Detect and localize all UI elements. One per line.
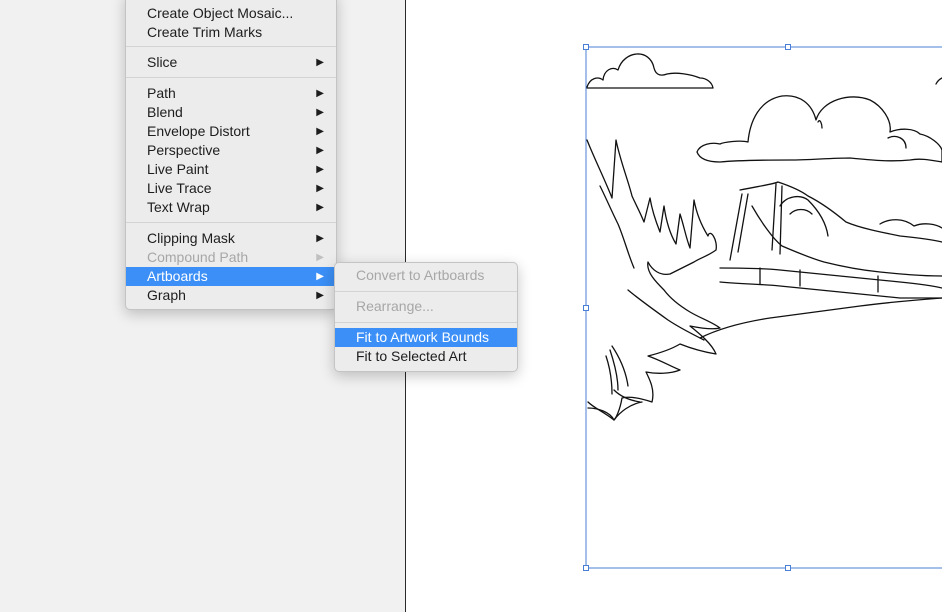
cloud-small bbox=[586, 53, 714, 89]
menu-item-envelope-distort[interactable]: Envelope Distort ▶ bbox=[126, 122, 336, 141]
menu-item-label: Envelope Distort bbox=[147, 123, 250, 139]
triangle-right-icon: ▶ bbox=[316, 88, 324, 99]
menu-item-create-object-mosaic[interactable]: Create Object Mosaic... bbox=[126, 4, 336, 23]
menu-item-live-paint[interactable]: Live Paint ▶ bbox=[126, 160, 336, 179]
menu-separator bbox=[335, 291, 517, 292]
triangle-right-icon: ▶ bbox=[316, 202, 324, 213]
menu-separator bbox=[126, 222, 336, 223]
artboards-submenu: Convert to Artboards Rearrange... Fit to… bbox=[334, 262, 518, 372]
ground-line bbox=[699, 297, 942, 339]
menu-item-graph[interactable]: Graph ▶ bbox=[126, 286, 336, 305]
menu-item-label: Fit to Artwork Bounds bbox=[356, 329, 490, 345]
object-menu: Create Object Mosaic... Create Trim Mark… bbox=[125, 0, 337, 310]
menu-item-rearrange: Rearrange... bbox=[335, 297, 517, 316]
triangle-right-icon: ▶ bbox=[316, 290, 324, 301]
menu-item-fit-to-selected-art[interactable]: Fit to Selected Art bbox=[335, 347, 517, 366]
triangle-right-icon: ▶ bbox=[316, 252, 324, 263]
menu-item-label: Clipping Mask bbox=[147, 230, 235, 246]
menu-separator bbox=[126, 46, 336, 47]
menu-item-label: Create Object Mosaic... bbox=[147, 5, 294, 21]
selection-handles bbox=[583, 44, 791, 571]
triangle-right-icon: ▶ bbox=[316, 145, 324, 156]
menu-item-label: Graph bbox=[147, 287, 186, 303]
menu-item-label: Rearrange... bbox=[356, 298, 434, 314]
menu-item-perspective[interactable]: Perspective ▶ bbox=[126, 141, 336, 160]
triangle-right-icon: ▶ bbox=[316, 126, 324, 137]
triangle-right-icon: ▶ bbox=[316, 183, 324, 194]
triangle-right-icon: ▶ bbox=[316, 57, 324, 68]
menu-separator bbox=[335, 322, 517, 323]
menu-item-convert-to-artboards: Convert to Artboards bbox=[335, 266, 517, 285]
selection-bounding-box bbox=[585, 46, 942, 569]
menu-item-label: Slice bbox=[147, 54, 178, 70]
menu-item-label: Path bbox=[147, 85, 176, 101]
menu-item-compound-path: Compound Path ▶ bbox=[126, 248, 336, 267]
menu-item-label: Blend bbox=[147, 104, 183, 120]
menu-item-label: Live Trace bbox=[147, 180, 212, 196]
menu-item-live-trace[interactable]: Live Trace ▶ bbox=[126, 179, 336, 198]
menu-item-clipping-mask[interactable]: Clipping Mask ▶ bbox=[126, 229, 336, 248]
cloud-large bbox=[696, 95, 942, 163]
menu-item-fit-to-artwork-bounds[interactable]: Fit to Artwork Bounds bbox=[335, 328, 517, 347]
tree-foliage bbox=[586, 139, 721, 421]
triangle-right-icon: ▶ bbox=[316, 271, 324, 282]
menu-item-blend[interactable]: Blend ▶ bbox=[126, 103, 336, 122]
menu-item-label: Convert to Artboards bbox=[356, 267, 485, 283]
menu-item-label: Create Trim Marks bbox=[147, 24, 263, 40]
menu-item-slice[interactable]: Slice ▶ bbox=[126, 53, 336, 72]
menu-item-artboards[interactable]: Artboards ▶ bbox=[126, 267, 336, 286]
menu-item-path[interactable]: Path ▶ bbox=[126, 84, 336, 103]
menu-item-label: Perspective bbox=[147, 142, 221, 158]
triangle-right-icon: ▶ bbox=[316, 107, 324, 118]
menu-item-label: Fit to Selected Art bbox=[356, 348, 467, 364]
menu-item-label: Live Paint bbox=[147, 161, 209, 177]
menu-item-label: Compound Path bbox=[147, 249, 249, 265]
triangle-right-icon: ▶ bbox=[316, 233, 324, 244]
triangle-right-icon: ▶ bbox=[316, 164, 324, 175]
menu-item-label: Text Wrap bbox=[147, 199, 210, 215]
menu-separator bbox=[126, 77, 336, 78]
menu-item-create-trim-marks[interactable]: Create Trim Marks bbox=[126, 23, 336, 42]
menu-item-label: Artboards bbox=[147, 268, 208, 284]
menu-item-text-wrap[interactable]: Text Wrap ▶ bbox=[126, 198, 336, 217]
